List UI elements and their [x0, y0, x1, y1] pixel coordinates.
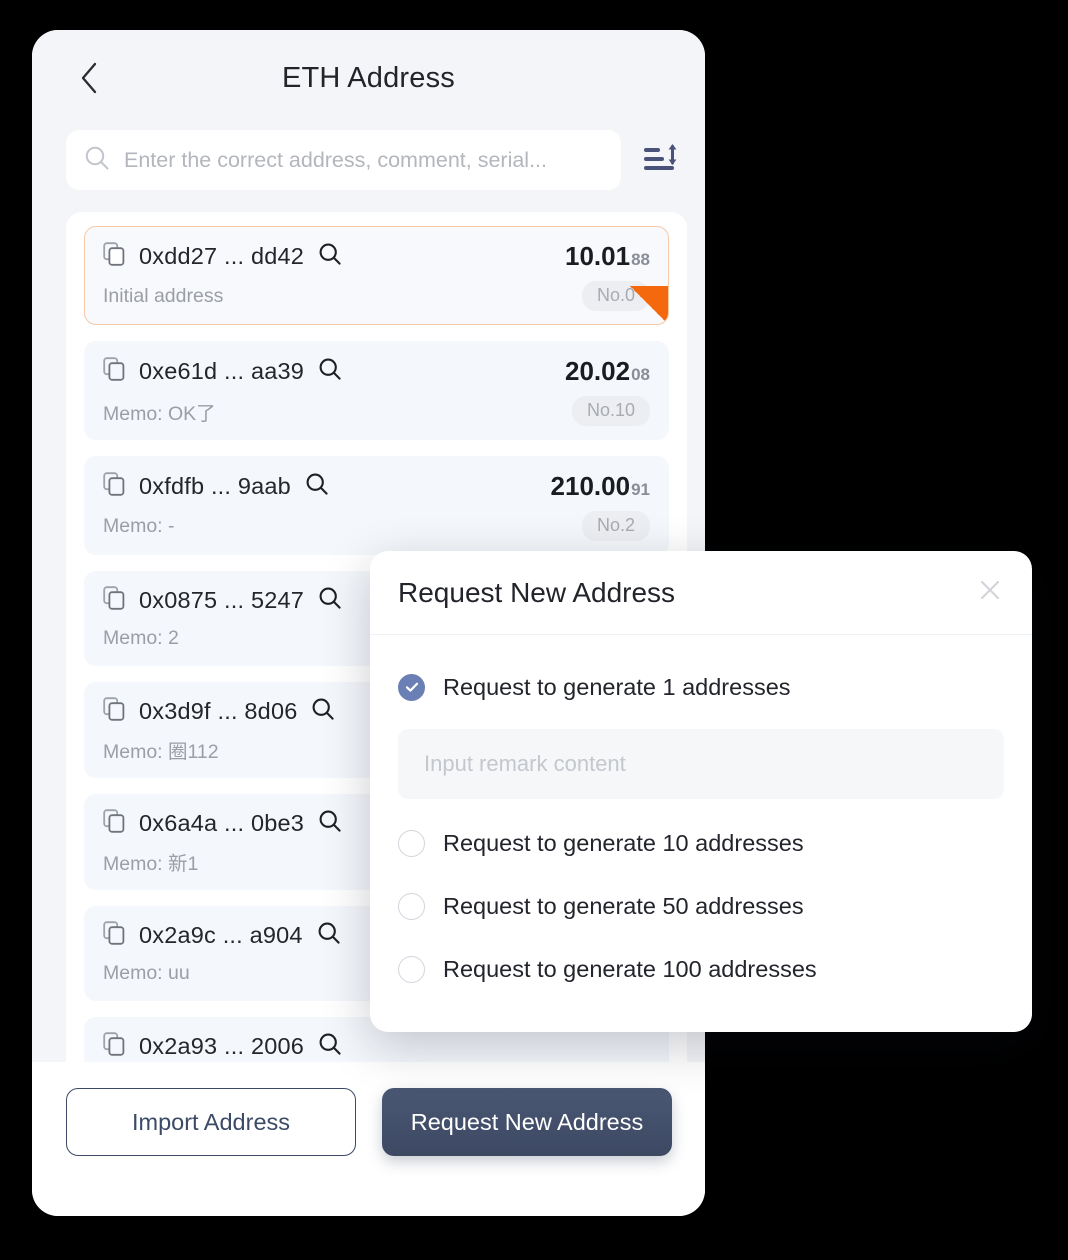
import-address-button[interactable]: Import Address — [66, 1088, 356, 1156]
copy-icon[interactable] — [103, 472, 125, 501]
amount-fraction: 08 — [631, 365, 650, 384]
magnify-icon[interactable] — [317, 921, 341, 950]
corner-flag-icon — [630, 286, 668, 324]
dialog-title: Request New Address — [398, 576, 676, 608]
list-item[interactable]: 0xe61d ... aa39 20.02 08 Memo: OK了 No.10 — [84, 341, 669, 440]
app-header: ETH Address — [32, 30, 705, 126]
option-generate-1[interactable]: Request to generate 1 addresses — [398, 661, 1004, 713]
chevron-left-icon — [79, 61, 99, 95]
option-generate-10[interactable]: Request to generate 10 addresses — [398, 817, 1004, 869]
serial-badge: No.2 — [581, 511, 650, 541]
search-icon — [84, 145, 110, 176]
address-text: 0xdd27 ... dd42 — [139, 243, 305, 269]
amount-integer: 210.00 — [550, 471, 631, 501]
copy-icon[interactable] — [103, 697, 125, 726]
option-label: Request to generate 10 addresses — [443, 829, 804, 856]
list-item[interactable]: 0xdd27 ... dd42 10.01 88 Initial address … — [84, 226, 669, 325]
magnify-icon[interactable] — [318, 357, 342, 386]
copy-icon[interactable] — [103, 242, 125, 271]
list-item-bottom: Memo: - No.2 — [103, 511, 650, 541]
address-text: 0xe61d ... aa39 — [139, 358, 305, 384]
copy-icon[interactable] — [103, 357, 125, 386]
request-new-address-button[interactable]: Request New Address — [382, 1088, 672, 1156]
radio-checked-icon[interactable] — [398, 673, 425, 701]
radio-unchecked-icon[interactable] — [398, 955, 425, 983]
search-placeholder: Enter the correct address, comment, seri… — [124, 147, 547, 172]
address-text: 0x3d9f ... 8d06 — [139, 698, 298, 724]
amount-fraction: 91 — [631, 480, 650, 499]
memo-text: Memo: OK了 — [103, 402, 216, 425]
list-item-top: 0x2a93 ... 2006 — [103, 1032, 650, 1061]
list-item-bottom: Initial address No.0 — [103, 281, 650, 311]
memo-text: Memo: 圈112 — [103, 741, 219, 763]
sort-button[interactable] — [637, 136, 685, 184]
serial-badge: No.10 — [571, 396, 650, 426]
option-generate-50[interactable]: Request to generate 50 addresses — [398, 880, 1004, 932]
radio-unchecked-icon[interactable] — [398, 829, 425, 857]
copy-icon[interactable] — [103, 1032, 125, 1061]
page-title: ETH Address — [281, 61, 456, 94]
dialog-body: Request to generate 1 addresses Input re… — [370, 635, 1032, 995]
address-text: 0x2a93 ... 2006 — [139, 1033, 305, 1059]
copy-icon[interactable] — [103, 809, 125, 838]
memo-text: Memo: - — [103, 514, 175, 537]
address-text: 0x0875 ... 5247 — [139, 587, 305, 613]
magnify-icon[interactable] — [305, 472, 329, 501]
memo-text: Memo: 2 — [103, 626, 179, 649]
back-button[interactable] — [72, 56, 106, 100]
magnify-icon[interactable] — [318, 242, 342, 271]
address-text: 0x6a4a ... 0be3 — [139, 810, 305, 836]
address-text: 0x2a9c ... a904 — [139, 922, 303, 948]
memo-text: Memo: uu — [103, 961, 190, 984]
remark-placeholder: Input remark content — [424, 751, 626, 776]
amount: 210.00 91 — [551, 471, 650, 502]
list-item-top: 0xfdfb ... 9aab 210.00 91 — [103, 471, 650, 502]
option-generate-100[interactable]: Request to generate 100 addresses — [398, 943, 1004, 995]
close-button[interactable] — [972, 575, 1008, 611]
magnify-icon[interactable] — [318, 809, 342, 838]
list-item-top: 0xdd27 ... dd42 10.01 88 — [103, 241, 650, 272]
amount: 20.02 08 — [565, 356, 650, 387]
copy-icon[interactable] — [103, 586, 125, 615]
memo-text: Initial address — [103, 284, 224, 307]
amount-fraction: 88 — [631, 250, 650, 269]
option-label: Request to generate 1 addresses — [443, 673, 791, 700]
amount: 10.01 88 — [565, 241, 650, 272]
list-item[interactable]: 0xfdfb ... 9aab 210.00 91 Memo: - No.2 — [84, 456, 669, 555]
footer-actions: Import Address Request New Address — [32, 1062, 705, 1216]
memo-text: Memo: 新1 — [103, 853, 199, 875]
option-label: Request to generate 50 addresses — [443, 892, 804, 919]
copy-icon[interactable] — [103, 921, 125, 950]
amount-integer: 10.01 — [565, 241, 631, 271]
magnify-icon[interactable] — [311, 697, 335, 726]
amount-integer: 20.02 — [565, 356, 631, 386]
search-row: Enter the correct address, comment, seri… — [32, 126, 705, 190]
dialog-header: Request New Address — [370, 551, 1032, 635]
screenshot-root: ETH Address Enter the correct address, c… — [0, 0, 1068, 1260]
address-text: 0xfdfb ... 9aab — [139, 473, 291, 499]
option-label: Request to generate 100 addresses — [443, 955, 817, 982]
request-new-address-dialog: Request New Address Request to generate — [370, 551, 1032, 1032]
list-item-top: 0xe61d ... aa39 20.02 08 — [103, 356, 650, 387]
remark-input[interactable]: Input remark content — [398, 729, 1004, 799]
magnify-icon[interactable] — [318, 1032, 342, 1061]
close-icon — [977, 577, 1003, 608]
search-input[interactable]: Enter the correct address, comment, seri… — [66, 130, 621, 190]
list-item-bottom: Memo: OK了 No.10 — [103, 396, 650, 426]
sort-icon — [641, 140, 681, 181]
radio-unchecked-icon[interactable] — [398, 892, 425, 920]
magnify-icon[interactable] — [318, 586, 342, 615]
